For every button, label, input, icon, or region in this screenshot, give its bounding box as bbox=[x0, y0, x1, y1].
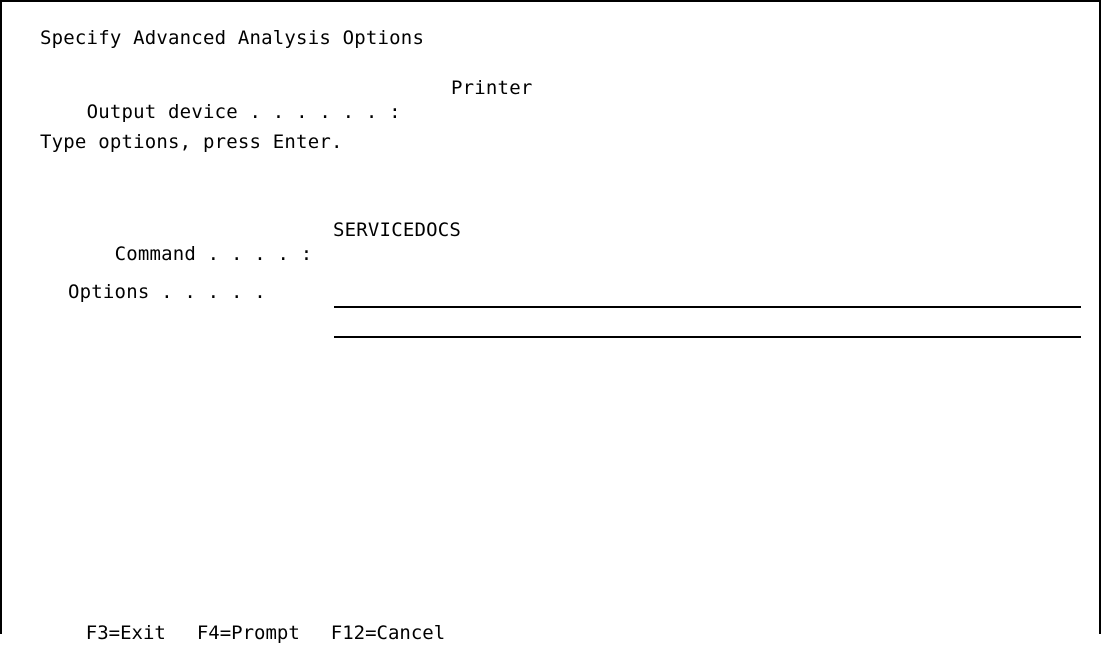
f4-prompt-key[interactable]: F4=Prompt bbox=[197, 621, 300, 645]
options-input-line-1[interactable] bbox=[334, 282, 1081, 306]
f12-cancel-key[interactable]: F12=Cancel bbox=[331, 621, 445, 645]
screen-title: Specify Advanced Analysis Options bbox=[40, 27, 425, 49]
output-device-value: Printer bbox=[451, 77, 533, 99]
instructions-text: Type options, press Enter. bbox=[40, 131, 343, 153]
options-underline-2 bbox=[334, 336, 1081, 338]
command-value: SERVICEDOCS bbox=[333, 219, 462, 241]
command-label: Command . . . . : bbox=[114, 243, 313, 265]
output-device-label: Output device . . . . . . : bbox=[86, 101, 401, 123]
options-input-line-2[interactable] bbox=[334, 312, 1081, 336]
f3-exit-key[interactable]: F3=Exit bbox=[86, 621, 166, 645]
function-key-bar: F3=Exit F4=Prompt F12=Cancel bbox=[40, 597, 476, 669]
terminal-screen: Specify Advanced Analysis Options Output… bbox=[0, 0, 1101, 644]
options-underline-1 bbox=[334, 306, 1081, 308]
options-label: Options . . . . . bbox=[68, 281, 266, 303]
